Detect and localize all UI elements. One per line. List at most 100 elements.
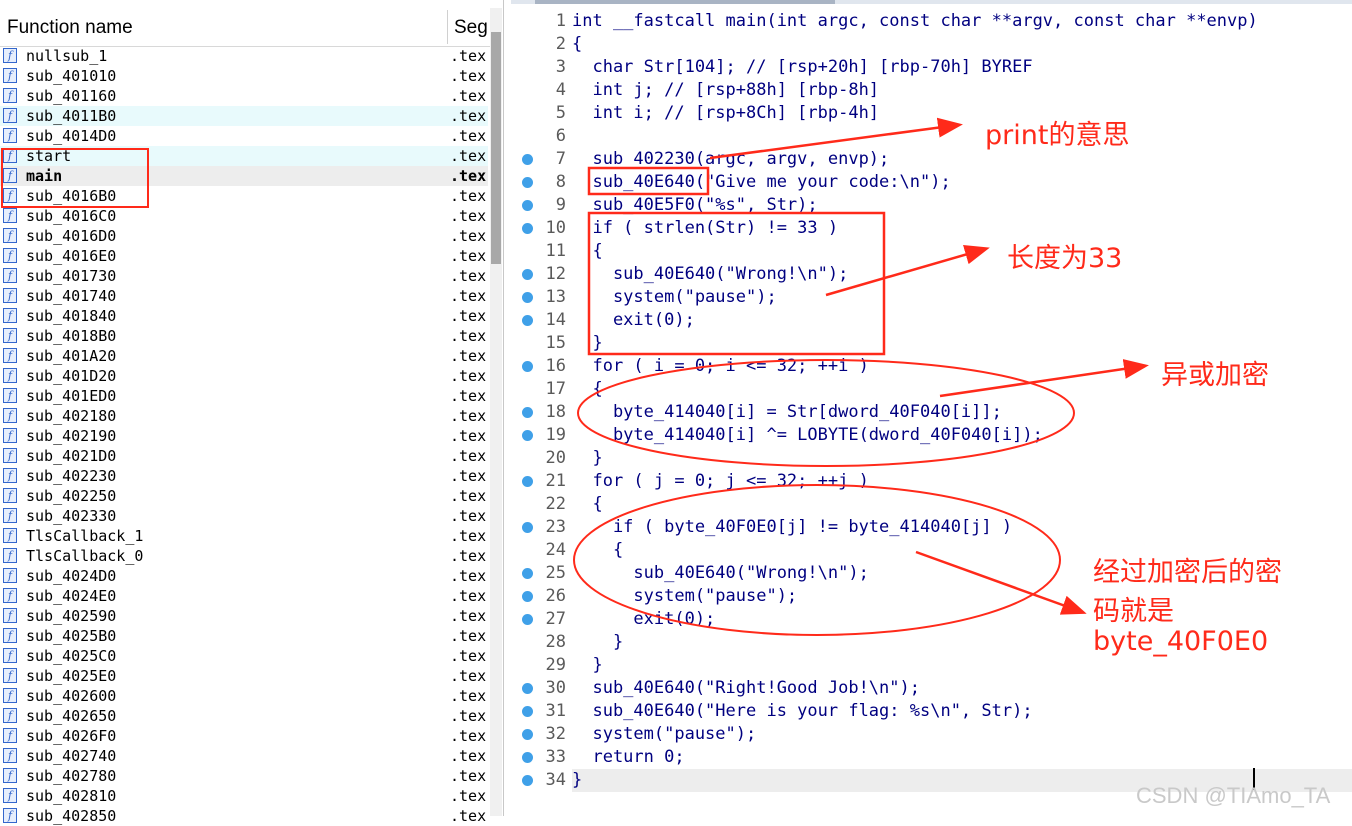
gutter-line[interactable]: 17 [511,378,571,401]
function-row[interactable]: f sub_4024E0 .tex [0,586,488,606]
gutter-line[interactable]: 8 [511,171,571,194]
code-line[interactable]: int __fastcall main(int argc, const char… [572,10,1352,33]
code-line[interactable]: } [572,654,1352,677]
gutter-line[interactable]: 27 [511,608,571,631]
function-row[interactable]: f sub_401ED0 .tex [0,386,488,406]
function-row[interactable]: f sub_4025E0 .tex [0,666,488,686]
function-row[interactable]: f sub_4016E0 .tex [0,246,488,266]
scrollbar-thumb[interactable] [491,32,501,264]
breakpoint-marker-icon[interactable] [522,269,533,280]
function-row[interactable]: f sub_4014D0 .tex [0,126,488,146]
function-row[interactable]: f sub_4016B0 .tex [0,186,488,206]
code-line[interactable]: sub_40E640("Wrong!\n"); [572,263,1352,286]
code-line[interactable]: sub_40E640("Right!Good Job!\n"); [572,677,1352,700]
function-list-scrollbar[interactable] [490,8,502,816]
code-line[interactable]: return 0; [572,746,1352,769]
function-row[interactable]: f sub_402590 .tex [0,606,488,626]
function-row[interactable]: f sub_402740 .tex [0,746,488,766]
breakpoint-marker-icon[interactable] [522,361,533,372]
breakpoint-marker-icon[interactable] [522,729,533,740]
function-row[interactable]: f sub_401160 .tex [0,86,488,106]
breakpoint-marker-icon[interactable] [522,430,533,441]
code-line[interactable]: sub_40E640("Here is your flag: %s\n", St… [572,700,1352,723]
function-row[interactable]: f sub_4025C0 .tex [0,646,488,666]
gutter-line[interactable]: 12 [511,263,571,286]
function-row[interactable]: f sub_402650 .tex [0,706,488,726]
code-line[interactable]: int i; // [rsp+8Ch] [rbp-4h] [572,102,1352,125]
code-line[interactable]: { [572,33,1352,56]
gutter-line[interactable]: 23 [511,516,571,539]
gutter-line[interactable]: 10 [511,217,571,240]
code-line[interactable]: sub_40E640("Give me your code:\n"); [572,171,1352,194]
gutter-line[interactable]: 1 [511,10,571,33]
code-line[interactable]: system("pause"); [572,723,1352,746]
code-line[interactable]: byte_414040[i] = Str[dword_40F040[i]]; [572,401,1352,424]
function-row[interactable]: f TlsCallback_1 .tex [0,526,488,546]
gutter-line[interactable]: 29 [511,654,571,677]
function-row[interactable]: f sub_402850 .tex [0,806,488,826]
function-row[interactable]: f sub_402600 .tex [0,686,488,706]
breakpoint-marker-icon[interactable] [522,591,533,602]
function-row[interactable]: f sub_402180 .tex [0,406,488,426]
function-row[interactable]: f sub_402780 .tex [0,766,488,786]
gutter-line[interactable]: 21 [511,470,571,493]
code-line[interactable]: byte_414040[i] ^= LOBYTE(dword_40F040[i]… [572,424,1352,447]
code-line[interactable]: char Str[104]; // [rsp+20h] [rbp-70h] BY… [572,56,1352,79]
gutter-line[interactable]: 4 [511,79,571,102]
function-row[interactable]: f sub_4025B0 .tex [0,626,488,646]
gutter-line[interactable]: 19 [511,424,571,447]
breakpoint-marker-icon[interactable] [522,522,533,533]
code-line[interactable]: if ( byte_40F0E0[j] != byte_414040[j] ) [572,516,1352,539]
function-row[interactable]: f sub_4016C0 .tex [0,206,488,226]
breakpoint-marker-icon[interactable] [522,223,533,234]
column-header-function-name[interactable]: Function name [7,17,133,39]
function-row[interactable]: f nullsub_1 .tex [0,46,488,66]
code-line[interactable]: { [572,240,1352,263]
function-row[interactable]: f sub_401010 .tex [0,66,488,86]
gutter-line[interactable]: 13 [511,286,571,309]
gutter-line[interactable]: 3 [511,56,571,79]
breakpoint-marker-icon[interactable] [522,200,533,211]
gutter-line[interactable]: 32 [511,723,571,746]
function-row[interactable]: f sub_4021D0 .tex [0,446,488,466]
code-line[interactable]: exit(0); [572,309,1352,332]
breakpoint-marker-icon[interactable] [522,568,533,579]
gutter-line[interactable]: 14 [511,309,571,332]
active-tab[interactable] [535,0,835,4]
function-row[interactable]: f sub_401A20 .tex [0,346,488,366]
function-row[interactable]: f sub_4016D0 .tex [0,226,488,246]
breakpoint-marker-icon[interactable] [522,683,533,694]
gutter-line[interactable]: 26 [511,585,571,608]
gutter-line[interactable]: 11 [511,240,571,263]
function-row[interactable]: f start .tex [0,146,488,166]
code-line[interactable]: sub_402230(argc, argv, envp); [572,148,1352,171]
breakpoint-marker-icon[interactable] [522,476,533,487]
breakpoint-marker-icon[interactable] [522,315,533,326]
function-row[interactable]: f sub_402810 .tex [0,786,488,806]
function-row[interactable]: f sub_401840 .tex [0,306,488,326]
breakpoint-marker-icon[interactable] [522,752,533,763]
gutter-line[interactable]: 28 [511,631,571,654]
function-row[interactable]: f sub_4024D0 .tex [0,566,488,586]
gutter-line[interactable]: 30 [511,677,571,700]
gutter-line[interactable]: 5 [511,102,571,125]
code-line[interactable]: int j; // [rsp+88h] [rbp-8h] [572,79,1352,102]
breakpoint-marker-icon[interactable] [522,177,533,188]
breakpoint-marker-icon[interactable] [522,614,533,625]
breakpoint-marker-icon[interactable] [522,775,533,786]
code-line[interactable]: } [572,447,1352,470]
code-line[interactable]: sub_40E5F0("%s", Str); [572,194,1352,217]
gutter-line[interactable]: 15 [511,332,571,355]
gutter-line[interactable]: 2 [511,33,571,56]
breakpoint-marker-icon[interactable] [522,154,533,165]
function-row[interactable]: f sub_402330 .tex [0,506,488,526]
code-line[interactable]: system("pause"); [572,286,1352,309]
function-row[interactable]: f sub_402190 .tex [0,426,488,446]
code-line[interactable] [572,125,1352,148]
gutter-line[interactable]: 22 [511,493,571,516]
code-line[interactable]: for ( j = 0; j <= 32; ++j ) [572,470,1352,493]
gutter-line[interactable]: 24 [511,539,571,562]
gutter-line[interactable]: 7 [511,148,571,171]
function-row[interactable]: f sub_401730 .tex [0,266,488,286]
code-line[interactable]: { [572,493,1352,516]
